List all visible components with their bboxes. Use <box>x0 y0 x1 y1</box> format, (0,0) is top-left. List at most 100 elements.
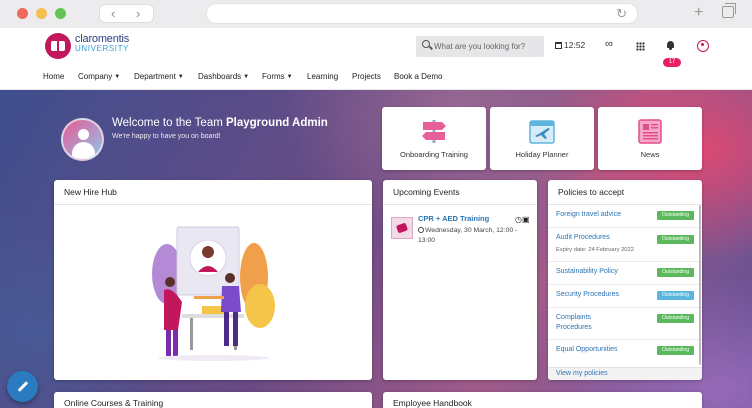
welcome-username: Playground Admin <box>226 117 328 129</box>
policy-status-badge: Outstanding <box>657 268 694 277</box>
welcome-subtitle: We're happy to have you on board! <box>112 133 221 140</box>
card-title: Upcoming Events <box>393 187 460 197</box>
event-thumbnail[interactable] <box>391 217 413 239</box>
nav-projects[interactable]: Projects <box>352 72 381 81</box>
policy-row[interactable]: Equal Opportunities Outstanding <box>548 340 702 363</box>
nav-label: Dashboards <box>198 72 242 81</box>
policy-row[interactable]: Security Procedures Outstanding <box>548 285 702 308</box>
nav-label: Learning <box>307 72 339 81</box>
edit-page-button[interactable] <box>7 371 38 402</box>
policy-status-badge: Outstanding <box>657 291 694 300</box>
search-icon <box>422 40 430 48</box>
minimize-window-button[interactable] <box>36 8 47 19</box>
tile-holiday-planner[interactable]: Holiday Planner <box>490 107 594 170</box>
policy-expiry: Expiry date: 24 February 2022 <box>556 247 634 253</box>
nav-dashboards[interactable]: Dashboards ▼ <box>198 72 249 81</box>
tile-onboarding-training[interactable]: Onboarding Training <box>382 107 486 170</box>
chevron-down-icon: ▼ <box>286 74 293 80</box>
policy-status-badge: Outstanding <box>657 346 694 355</box>
nav-label: Company <box>78 72 113 81</box>
nav-learning[interactable]: Learning <box>307 72 338 81</box>
nav-label: Forms <box>262 72 285 81</box>
event-title[interactable]: CPR + AED Training <box>418 214 489 223</box>
welcome-title: Welcome to the Team Playground Admin <box>112 117 328 129</box>
airplane-calendar-icon <box>529 120 555 144</box>
back-icon[interactable]: ‹ <box>111 6 115 21</box>
calendar-icon <box>555 42 562 49</box>
reload-icon[interactable]: ↻ <box>616 6 627 22</box>
policy-row[interactable]: Sustainability Policy Outstanding <box>548 262 702 285</box>
divider <box>383 204 537 205</box>
nav-company[interactable]: Company ▼ <box>78 72 120 81</box>
card-online-courses: Online Courses & Training <box>54 392 372 408</box>
card-title: Policies to accept <box>558 187 625 197</box>
forward-icon[interactable]: › <box>136 6 140 21</box>
event-date: Wednesday, 30 March, 12:00 - 13:00 <box>418 226 520 246</box>
nav-label: Projects <box>352 72 381 81</box>
nav-label: Department <box>134 72 176 81</box>
card-employee-handbook: Employee Handbook <box>383 392 702 408</box>
maximize-window-button[interactable] <box>55 8 66 19</box>
link-icon[interactable]: ∞ <box>605 38 613 50</box>
policy-name[interactable]: Complaints Procedures <box>556 313 616 333</box>
tile-label: Holiday Planner <box>515 150 569 159</box>
tabs-overview-icon[interactable] <box>722 3 736 18</box>
nav-department[interactable]: Department ▼ <box>134 72 184 81</box>
nav-label: Home <box>43 72 65 81</box>
policy-name[interactable]: Equal Opportunities <box>556 345 652 355</box>
policy-name[interactable]: Security Procedures <box>556 290 652 300</box>
browser-chrome: ‹ › ↻ + <box>0 0 752 28</box>
apps-grid-icon[interactable] <box>636 42 645 51</box>
close-window-button[interactable] <box>17 8 28 19</box>
onboarding-illustration <box>152 226 275 361</box>
nav-home[interactable]: Home <box>43 72 64 81</box>
card-upcoming-events: Upcoming Events CPR + AED Training Wedne… <box>383 180 537 380</box>
logo-icon[interactable] <box>45 33 71 59</box>
tile-news[interactable]: News <box>598 107 702 170</box>
chevron-down-icon: ▼ <box>243 74 250 80</box>
newspaper-icon <box>638 119 662 144</box>
card-new-hire-hub: New Hire Hub <box>54 180 372 380</box>
clock-icon <box>418 227 424 233</box>
card-policies: Policies to accept Foreign travel advice… <box>548 180 702 380</box>
nav-forms[interactable]: Forms ▼ <box>262 72 293 81</box>
policy-row[interactable]: Audit Procedures Expiry date: 24 Februar… <box>548 228 702 262</box>
event-date-text: Wednesday, 30 March, 12:00 - 13:00 <box>418 227 518 244</box>
address-bar[interactable]: ↻ <box>206 3 638 24</box>
avatar-body <box>72 142 95 159</box>
event-actions-icon[interactable]: ◷▣ <box>515 215 530 224</box>
new-tab-icon[interactable]: + <box>694 4 703 22</box>
nav-book-demo[interactable]: Book a Demo <box>394 72 442 81</box>
policy-status-badge: Outstanding <box>657 314 694 323</box>
history-nav: ‹ › <box>99 4 154 23</box>
notification-badge[interactable]: 17 <box>663 58 681 67</box>
policy-row[interactable]: Foreign travel advice Outstanding <box>548 205 702 228</box>
search-box <box>416 36 544 57</box>
policy-name[interactable]: Sustainability Policy <box>556 267 652 277</box>
policy-status-badge: Outstanding <box>657 211 694 220</box>
brand-subname: UNIVERSITY <box>75 44 130 53</box>
welcome-avatar <box>61 118 104 161</box>
app-header: claromentis UNIVERSITY 12:52 ∞ 17 Home C… <box>0 28 752 90</box>
divider <box>54 204 372 205</box>
search-input[interactable] <box>434 39 538 54</box>
scrollbar[interactable] <box>699 205 701 365</box>
card-title: Employee Handbook <box>393 398 472 408</box>
welcome-prefix: Welcome to the Team <box>112 117 226 129</box>
card-title: New Hire Hub <box>64 187 117 197</box>
chevron-down-icon: ▼ <box>114 74 121 80</box>
avatar-head <box>78 129 89 140</box>
tile-label: News <box>640 150 660 159</box>
bell-icon[interactable] <box>667 41 674 50</box>
chevron-down-icon: ▼ <box>177 74 184 80</box>
clock-time: 12:52 <box>564 40 586 50</box>
policy-status-badge: Outstanding <box>657 235 694 244</box>
clock[interactable]: 12:52 <box>555 40 585 50</box>
policy-name[interactable]: Audit Procedures <box>556 233 652 243</box>
view-my-policies-link[interactable]: View my policies <box>548 367 702 380</box>
policy-row[interactable]: Complaints Procedures Outstanding <box>548 308 702 340</box>
policy-name[interactable]: Foreign travel advice <box>556 210 652 220</box>
user-avatar-icon[interactable] <box>697 40 709 52</box>
nav-label: Book a Demo <box>394 72 443 81</box>
signpost-icon <box>422 120 446 143</box>
